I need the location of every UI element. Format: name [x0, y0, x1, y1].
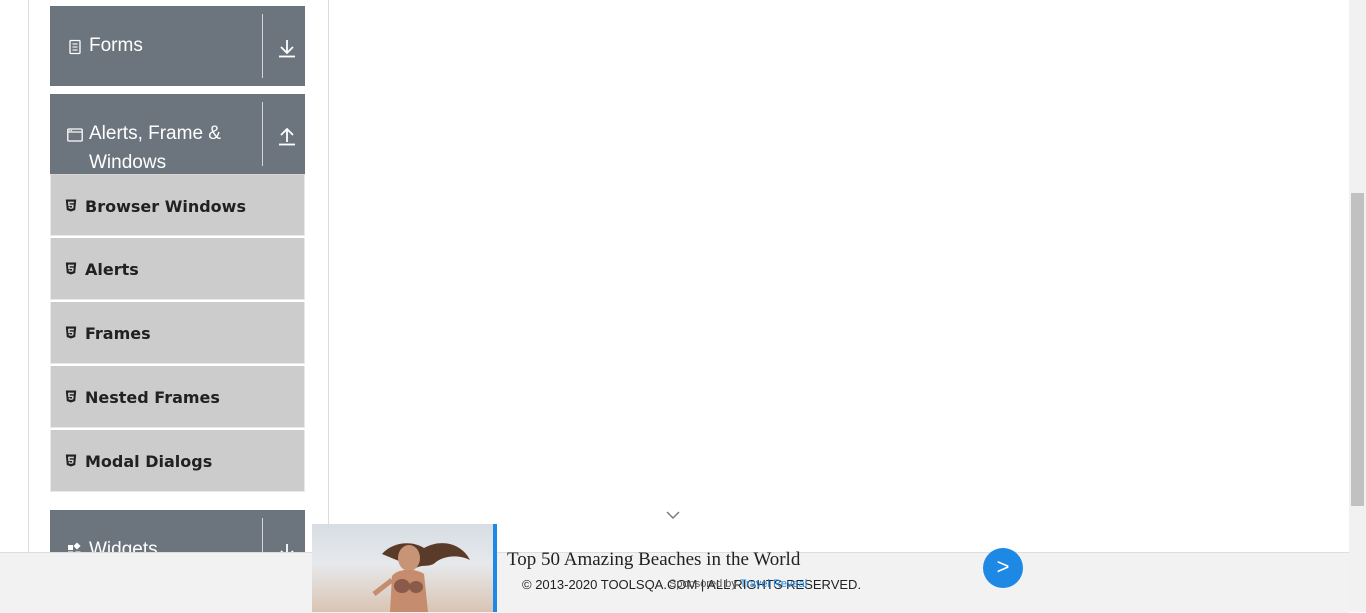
scrollbar-thumb[interactable] [1351, 193, 1364, 506]
header-divider [262, 518, 263, 552]
header-divider [262, 102, 263, 166]
group-title-alerts-line1: Alerts, Frame & [89, 123, 221, 144]
menu-item-label: Nested Frames [85, 388, 220, 407]
group-header-alerts-frame-windows[interactable]: Alerts, Frame & Windows [50, 94, 305, 174]
left-divider [28, 0, 29, 552]
menu-item-label: Alerts [85, 260, 139, 279]
ad-photo-illustration [372, 543, 470, 612]
ad-banner[interactable]: Top 50 Amazing Beaches in the World Spon… [312, 524, 1024, 612]
group-title-alerts-line2: Windows [89, 152, 167, 173]
chevron-down-icon[interactable] [665, 510, 681, 520]
upload-arrow-icon[interactable] [276, 125, 298, 147]
html5-icon [65, 262, 77, 275]
menu-item-browser-windows[interactable]: Browser Windows [50, 174, 305, 236]
menu-item-modal-dialogs[interactable]: Modal Dialogs [50, 430, 305, 492]
ad-sponsor-brand[interactable]: Travel Reveal [740, 578, 807, 590]
vertical-scrollbar[interactable] [1349, 0, 1366, 612]
group-title-widgets: Widgets [89, 539, 158, 552]
group-header-widgets[interactable]: Widgets [50, 510, 305, 552]
ad-next-button[interactable]: > [983, 548, 1023, 588]
download-arrow-icon[interactable] [276, 37, 298, 59]
download-arrow-icon[interactable] [276, 541, 298, 552]
alerts-frame-windows-menu: Browser Windows Alerts Frames Nested Fra… [50, 174, 305, 494]
group-header-forms[interactable]: Forms [50, 6, 305, 86]
menu-item-label: Modal Dialogs [85, 452, 213, 471]
group-title-forms: Forms [89, 35, 143, 56]
html5-icon [65, 390, 77, 403]
content-divider [328, 0, 329, 552]
header-divider [262, 14, 263, 78]
ad-accent-bar [493, 524, 497, 612]
menu-item-nested-frames[interactable]: Nested Frames [50, 366, 305, 428]
menu-item-label: Frames [85, 324, 151, 343]
html5-icon [65, 326, 77, 339]
page: Forms Alerts, Frame & Windows Browser Wi… [0, 0, 1349, 613]
window-icon [67, 128, 83, 142]
html5-icon [65, 199, 77, 212]
ad-sponsor-prefix: Sponsored by [669, 578, 737, 590]
file-text-icon [69, 39, 81, 55]
menu-item-label: Browser Windows [85, 197, 246, 216]
widgets-icon [68, 542, 81, 552]
html5-icon [65, 454, 77, 467]
menu-item-frames[interactable]: Frames [50, 302, 305, 364]
ad-sponsor: Sponsored by Travel Reveal [669, 578, 807, 590]
ad-title[interactable]: Top 50 Amazing Beaches in the World [507, 549, 800, 571]
menu-item-alerts[interactable]: Alerts [50, 238, 305, 300]
ad-image[interactable] [312, 524, 493, 612]
